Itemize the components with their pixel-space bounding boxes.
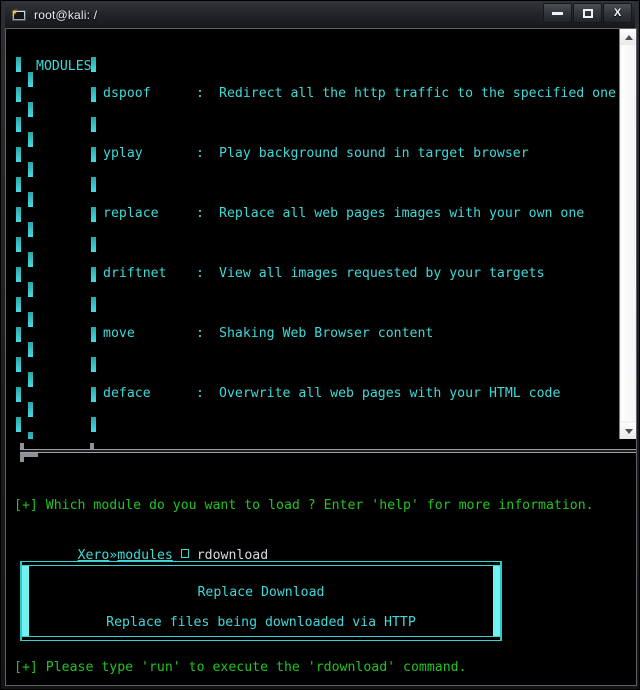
module-separator: :	[196, 266, 204, 281]
module-row-bar	[91, 327, 96, 342]
prompt-marker-icon	[180, 549, 189, 558]
decorative-bar	[28, 252, 33, 267]
decorative-bar	[28, 312, 33, 327]
module-description: Redirect all the http traffic to the spe…	[219, 86, 636, 101]
module-separator: :	[196, 386, 204, 401]
module-description: Replace all web pages images with your o…	[219, 206, 585, 221]
status-message-load: [+] Which module do you want to load ? E…	[14, 498, 594, 513]
decorative-bar	[28, 102, 33, 117]
close-button[interactable]: X	[603, 3, 632, 23]
module-description: Overwrite all web pages with your HTML c…	[219, 386, 561, 401]
decorative-bar	[16, 357, 21, 372]
terminal-window: ⚡ root@kali: / X MODULES dspoof: Redirect…	[0, 0, 640, 690]
decorative-bar	[28, 402, 33, 417]
pane-separator	[6, 443, 636, 463]
module-row-bar	[91, 267, 96, 282]
decorative-bar	[16, 297, 21, 312]
decorative-bar	[28, 432, 33, 439]
decorative-bar	[16, 117, 21, 132]
banner-title: Replace Download	[197, 585, 325, 600]
console-pane[interactable]: [+] Which module do you want to load ? E…	[6, 462, 636, 685]
module-row-bar	[91, 417, 96, 432]
terminal-icon: ⚡	[11, 7, 27, 23]
decorative-bar	[28, 72, 33, 87]
module-row-bar	[91, 297, 96, 312]
minimize-button[interactable]	[543, 3, 572, 23]
module-description: View all images requested by your target…	[219, 266, 545, 281]
module-description: Shaking Web Browser content	[219, 326, 434, 341]
scroll-up-arrow[interactable]	[620, 29, 636, 45]
module-row-bar	[91, 147, 96, 162]
banner-top-border	[20, 561, 502, 566]
module-name: driftnet	[103, 266, 167, 281]
decorative-bar	[16, 237, 21, 252]
scroll-down-arrow[interactable]	[620, 423, 636, 439]
module-row-bar	[91, 87, 96, 102]
decorative-bar	[28, 162, 33, 177]
vertical-scrollbar[interactable]	[619, 29, 636, 439]
scrollbar-thumb[interactable]	[621, 45, 636, 421]
module-name: yplay	[103, 146, 143, 161]
decorative-bar	[28, 222, 33, 237]
decorative-bar	[16, 147, 21, 162]
module-row-bar	[91, 237, 96, 252]
module-separator: :	[196, 146, 204, 161]
module-separator: :	[196, 206, 204, 221]
window-controls: X	[543, 3, 632, 23]
decorative-bar	[28, 132, 33, 147]
decorative-bar	[28, 342, 33, 357]
decorative-bar	[16, 267, 21, 282]
module-row-bar	[91, 177, 96, 192]
module-row-bar	[91, 387, 96, 402]
banner-bottom-border	[20, 636, 502, 641]
module-name: replace	[103, 206, 159, 221]
decorative-bar	[28, 192, 33, 207]
module-row-bar	[91, 117, 96, 132]
module-banner: Replace Download Replace files being dow…	[20, 561, 502, 641]
window-title: root@kali: /	[34, 7, 98, 22]
prompt-line-load: Xero»modules rdownload	[14, 526, 269, 563]
modules-pane: MODULES dspoof: Redirect all the http tra…	[6, 29, 636, 439]
module-name: deface	[103, 386, 151, 401]
status-message-run: [+] Please type 'run' to execute the 'rd…	[14, 660, 467, 675]
maximize-button[interactable]	[573, 3, 602, 23]
decorative-bar	[28, 282, 33, 297]
decorative-bar	[28, 372, 33, 387]
module-row-bar	[91, 207, 96, 222]
module-name: dspoof	[103, 86, 151, 101]
banner-subtitle: Replace files being downloaded via HTTP	[106, 615, 416, 630]
modules-header: MODULES	[36, 59, 92, 74]
title-bar[interactable]: ⚡ root@kali: / X	[5, 1, 635, 28]
terminal-body[interactable]: MODULES dspoof: Redirect all the http tra…	[5, 28, 637, 686]
module-name: move	[103, 326, 135, 341]
module-description: Play background sound in target browser	[219, 146, 529, 161]
decorative-bar	[16, 207, 21, 222]
decorative-bar	[16, 417, 21, 432]
decorative-bar	[16, 387, 21, 402]
module-row-bar	[91, 357, 96, 372]
decorative-bar	[16, 327, 21, 342]
module-separator: :	[196, 326, 204, 341]
module-separator: :	[196, 86, 204, 101]
decorative-bar	[16, 87, 21, 102]
decorative-bar	[16, 177, 21, 192]
decorative-bar	[16, 57, 21, 72]
